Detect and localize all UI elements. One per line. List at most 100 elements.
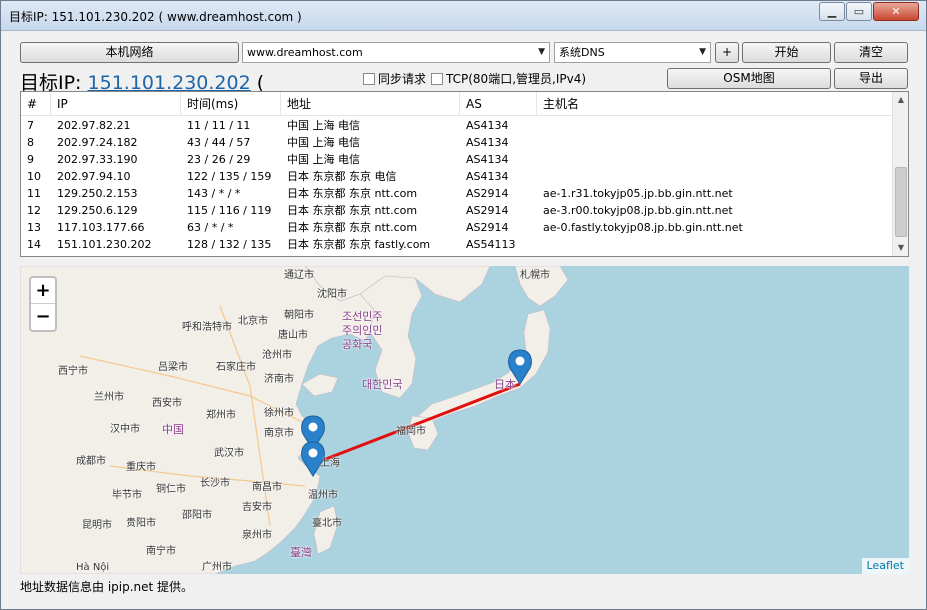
map-label: 北京市: [238, 316, 268, 327]
map-label: 上海: [320, 458, 340, 469]
start-button[interactable]: 开始: [742, 42, 831, 63]
table-cell: 63 / * / *: [187, 221, 234, 234]
map-label: 朝阳市: [284, 310, 314, 321]
map-label: 吕梁市: [158, 362, 188, 373]
table-scrollbar[interactable]: ▲ ▼: [892, 92, 908, 256]
map-label: 南宁市: [146, 546, 176, 557]
export-button[interactable]: 导出: [834, 68, 908, 89]
map-label: 臺北市: [312, 518, 342, 529]
osm-map-button[interactable]: OSM地图: [667, 68, 831, 89]
window-title: 目标IP: 151.101.230.202 ( www.dreamhost.co…: [9, 10, 302, 24]
route-map[interactable]: 通辽市 札幌市 沈阳市 呼和浩特市 北京市 朝阳市 唐山市 조선민주주의인민공화…: [20, 266, 909, 574]
close-button[interactable]: ✕: [873, 2, 919, 21]
table-cell: AS2914: [466, 187, 509, 200]
map-label: 南昌市: [252, 482, 282, 493]
table-cell: 日本 东京都 东京 ntt.com: [287, 187, 418, 200]
close-icon: ✕: [891, 5, 901, 18]
table-cell: [537, 117, 893, 134]
table-cell: 122 / 135 / 159: [187, 170, 272, 183]
table-row[interactable]: 10 202.97.94.10 122 / 135 / 159 日本 东京都 东京 电…: [21, 168, 893, 185]
local-network-button[interactable]: 本机网络: [20, 42, 239, 63]
table-cell: AS4134: [466, 136, 509, 149]
leaflet-attribution-link[interactable]: Leaflet: [861, 558, 909, 574]
table-cell: 中国 上海 电信: [287, 119, 360, 132]
map-label: 唐山市: [278, 330, 308, 341]
map-label-country: 中国: [162, 423, 184, 436]
table-cell: 129.250.2.153: [57, 187, 138, 200]
title-bar[interactable]: 目标IP: 151.101.230.202 ( www.dreamhost.co…: [1, 1, 926, 31]
table-cell: AS4134: [466, 119, 509, 132]
table-header: # IP 时间(ms) 地址 AS 主机名: [21, 92, 893, 116]
tcp-label: TCP(80端口,管理员,IPv4): [446, 72, 587, 86]
table-cell: 日本 东京都 东京 ntt.com: [287, 221, 418, 234]
column-header-index[interactable]: #: [21, 92, 51, 116]
checkbox-icon[interactable]: [363, 73, 375, 85]
table-cell: ae-1.r31.tokyjp05.jp.bb.gin.ntt.net: [543, 187, 733, 200]
map-label: 铜仁市: [156, 484, 186, 495]
app-window: 目标IP: 151.101.230.202 ( www.dreamhost.co…: [0, 0, 927, 610]
scroll-up-icon[interactable]: ▲: [893, 92, 908, 108]
table-cell: 日本 东京都 东京 ntt.com: [287, 204, 418, 217]
zoom-in-button[interactable]: +: [31, 278, 55, 304]
column-header-time[interactable]: 时间(ms): [181, 92, 281, 116]
checkbox-icon[interactable]: [431, 73, 443, 85]
shandong-landmass: [301, 373, 339, 397]
map-label: 兰州市: [94, 392, 124, 403]
sync-request-checkbox[interactable]: 同步请求: [363, 70, 426, 87]
table-cell: 143 / * / *: [187, 187, 241, 200]
map-label: 沈阳市: [317, 289, 347, 300]
table-cell: 23 / 26 / 29: [187, 153, 251, 166]
table-cell: [537, 151, 893, 168]
minimize-button[interactable]: ▁: [819, 2, 845, 21]
table-cell: [537, 168, 893, 185]
zoom-out-button[interactable]: −: [31, 304, 55, 330]
map-label: 呼和浩特市: [182, 322, 232, 333]
trace-table[interactable]: # IP 时间(ms) 地址 AS 主机名 7 202.97.82.21 11 / …: [20, 91, 909, 257]
table-cell: 43 / 44 / 57: [187, 136, 251, 149]
table-row[interactable]: 7 202.97.82.21 11 / 11 / 11 中国 上海 电信 AS4134: [21, 117, 893, 134]
tcp-checkbox[interactable]: TCP(80端口,管理员,IPv4): [431, 70, 586, 87]
column-header-hostname[interactable]: 主机名: [537, 92, 893, 116]
table-cell: ae-0.fastly.tokyjp08.jp.bb.gin.ntt.net: [543, 221, 743, 234]
host-value: www.dreamhost.com: [247, 46, 363, 59]
table-row[interactable]: 11 129.250.2.153 143 / * / * 日本 东京都 东京 ntt.…: [21, 185, 893, 202]
dns-select[interactable]: 系统DNS ▼: [554, 42, 711, 63]
map-label-country: 日本: [494, 378, 516, 391]
table-cell: ae-3.r00.tokyjp08.jp.bb.gin.ntt.net: [543, 204, 733, 217]
table-cell: AS54113: [466, 238, 516, 251]
scroll-thumb[interactable]: [895, 167, 907, 237]
map-label: 西安市: [152, 398, 182, 409]
map-label: 汉中市: [110, 424, 140, 435]
map-label: 西宁市: [58, 366, 88, 377]
table-row[interactable]: 12 129.250.6.129 115 / 116 / 119 日本 东京都 东京 …: [21, 202, 893, 219]
table-cell: 11 / 11 / 11: [187, 119, 251, 132]
column-header-as[interactable]: AS: [460, 92, 537, 116]
table-cell: AS4134: [466, 153, 509, 166]
map-label: 吉安市: [242, 502, 272, 513]
column-header-ip[interactable]: IP: [51, 92, 181, 116]
status-text: 地址数据信息由 ipip.net 提供。: [20, 580, 194, 594]
chevron-down-icon[interactable]: ▼: [699, 43, 706, 62]
table-row[interactable]: 9 202.97.33.190 23 / 26 / 29 中国 上海 电信 AS4134: [21, 151, 893, 168]
map-label: 泉州市: [242, 530, 272, 541]
column-header-address[interactable]: 地址: [281, 92, 460, 116]
map-label: 成都市: [76, 456, 106, 467]
table-cell: 日本 东京都 东京 fastly.com: [287, 238, 431, 251]
scroll-down-icon[interactable]: ▼: [893, 240, 908, 256]
table-cell: AS2914: [466, 204, 509, 217]
table-row[interactable]: 14 151.101.230.202 128 / 132 / 135 日本 东京都 东…: [21, 236, 893, 253]
table-cell: 128 / 132 / 135: [187, 238, 272, 251]
map-label: 徐州市: [264, 408, 294, 419]
table-cell: 202.97.24.182: [57, 136, 138, 149]
map-label-country: 臺灣: [290, 546, 312, 559]
clear-button[interactable]: 清空: [834, 42, 908, 63]
map-label: 札幌市: [520, 270, 550, 281]
map-label: 毕节市: [112, 490, 142, 501]
maximize-button[interactable]: ▭: [846, 2, 872, 21]
table-row[interactable]: 8 202.97.24.182 43 / 44 / 57 中国 上海 电信 AS4134: [21, 134, 893, 151]
host-combobox[interactable]: www.dreamhost.com ▼: [242, 42, 550, 63]
add-button[interactable]: +: [715, 42, 739, 63]
table-row[interactable]: 13 117.103.177.66 63 / * / * 日本 东京都 东京 ntt.…: [21, 219, 893, 236]
chevron-down-icon[interactable]: ▼: [538, 43, 545, 62]
table-cell: 12: [27, 204, 41, 217]
